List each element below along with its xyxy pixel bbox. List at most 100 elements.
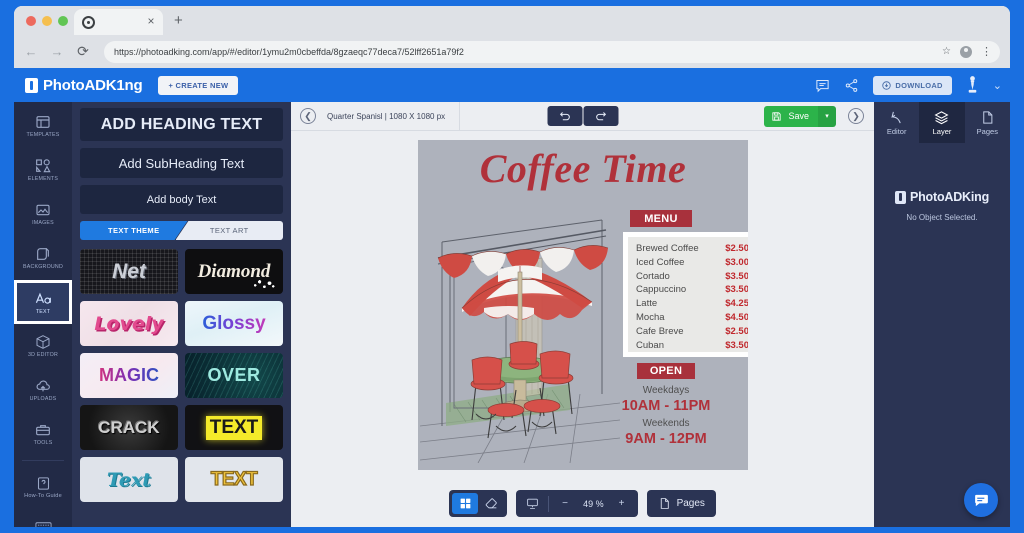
- sidebar-item-how-to-guide[interactable]: How-To Guide: [14, 465, 72, 509]
- sidebar-item-tools[interactable]: TOOLS: [14, 412, 72, 456]
- new-tab-button[interactable]: +: [174, 13, 183, 28]
- text-icon: [35, 292, 51, 304]
- theme-label: TEXT: [210, 468, 258, 490]
- chevron-right-circle-icon[interactable]: ❯: [848, 108, 864, 124]
- redo-button[interactable]: [583, 106, 618, 126]
- add-heading-text-button[interactable]: ADD HEADING TEXT: [80, 108, 283, 141]
- fit-to-screen-button[interactable]: [519, 493, 545, 514]
- toolbar-divider: [548, 495, 550, 512]
- app-logo[interactable]: PhotoADK1ng: [25, 77, 143, 94]
- url-text: https://photoadking.com/app/#/editor/1ym…: [114, 46, 464, 57]
- save-button[interactable]: Save: [764, 105, 818, 127]
- text-theme-card[interactable]: CRACK: [80, 405, 178, 450]
- text-theme-card[interactable]: TEXT: [185, 457, 283, 502]
- eraser-button[interactable]: [478, 493, 504, 514]
- comment-icon[interactable]: [815, 78, 830, 93]
- sidebar-item-templates[interactable]: TEMPLATES: [14, 104, 72, 148]
- save-dropdown-caret[interactable]: ▾: [818, 105, 836, 127]
- weekdays-hours[interactable]: 10AM - 11PM: [606, 398, 726, 414]
- view-tools-group: [449, 490, 508, 517]
- browser-tab[interactable]: ×: [74, 9, 163, 35]
- menu-badge[interactable]: MENU: [630, 210, 692, 227]
- share-icon[interactable]: [844, 78, 859, 93]
- sidebar-item-images[interactable]: IMAGES: [14, 192, 72, 236]
- weekdays-label[interactable]: Weekdays: [606, 385, 726, 396]
- chat-support-button[interactable]: [964, 483, 998, 517]
- menu-row: Latte $4.25: [636, 297, 748, 311]
- forward-icon[interactable]: →: [50, 44, 64, 59]
- zoom-in-button[interactable]: +: [609, 493, 635, 514]
- download-button[interactable]: DOWNLOAD: [873, 75, 952, 95]
- sidebar-label: 3D EDITOR: [28, 352, 58, 358]
- undo-button[interactable]: [547, 106, 582, 126]
- zoom-level-label[interactable]: 49 %: [578, 493, 609, 514]
- page-icon: [660, 498, 669, 509]
- sidebar-item-uploads[interactable]: UPLOADS: [14, 368, 72, 412]
- poster-title[interactable]: Coffee Time: [418, 145, 748, 192]
- maximize-window-button[interactable]: [58, 16, 68, 26]
- add-subheading-text-button[interactable]: Add SubHeading Text: [80, 148, 283, 178]
- sidebar-label: TEMPLATES: [26, 132, 60, 138]
- tab-label: Pages: [976, 126, 998, 136]
- tab-layer[interactable]: Layer: [919, 102, 965, 143]
- profile-avatar-icon[interactable]: [960, 45, 972, 58]
- tab-text-theme[interactable]: TEXT THEME: [80, 221, 188, 240]
- canvas-toolbar: ❮ Quarter Spanisl | 1080 X 1080 px Save …: [291, 101, 874, 131]
- text-theme-card[interactable]: Diamond: [185, 249, 283, 294]
- create-new-button[interactable]: + CREATE NEW: [158, 75, 239, 95]
- menu-item-price: $4.25: [725, 298, 748, 310]
- sidebar-item-3d-editor[interactable]: 3D EDITOR: [14, 324, 72, 368]
- empty-state-message: No Object Selected.: [906, 213, 978, 222]
- sidebar-item-elements[interactable]: ELEMENTS: [14, 148, 72, 192]
- text-theme-card[interactable]: MAGIC: [80, 353, 178, 398]
- images-icon: [36, 204, 50, 216]
- sidebar-item-background[interactable]: BACKGROUND: [14, 236, 72, 280]
- chess-pawn-avatar-icon[interactable]: [966, 75, 979, 95]
- back-icon[interactable]: ←: [24, 44, 38, 59]
- right-panel: Editor Layer Pages PhotoADKing No Object…: [874, 102, 1010, 527]
- sidebar-label: BACKGROUND: [23, 264, 63, 270]
- text-theme-grid: Net Diamond Lovely Glossy MAGIC OVER CRA…: [80, 249, 283, 502]
- browser-menu-icon[interactable]: ⋮: [981, 46, 992, 57]
- add-body-text-button[interactable]: Add body Text: [80, 185, 283, 214]
- reload-icon[interactable]: ⟳: [76, 43, 90, 60]
- menu-row: Iced Coffee $3.00: [636, 256, 748, 270]
- upload-cloud-icon: [36, 380, 50, 392]
- text-theme-card[interactable]: Glossy: [185, 301, 283, 346]
- text-theme-card[interactable]: Text: [80, 457, 178, 502]
- url-input[interactable]: https://photoadking.com/app/#/editor/1ym…: [104, 40, 1000, 63]
- cafe-illustration[interactable]: [420, 198, 620, 463]
- menu-card[interactable]: Brewed Coffee $2.50 Iced Coffee $3.00 Co…: [623, 232, 748, 357]
- grid-view-button[interactable]: [452, 493, 479, 514]
- weekends-label[interactable]: Weekends: [606, 418, 726, 429]
- open-badge[interactable]: OPEN: [637, 363, 695, 379]
- chevron-left-circle-icon[interactable]: ❮: [300, 108, 316, 124]
- close-window-button[interactable]: [26, 16, 36, 26]
- text-theme-card[interactable]: TEXT: [185, 405, 283, 450]
- pages-button[interactable]: Pages: [646, 490, 716, 517]
- cube-3d-icon: [36, 335, 50, 349]
- text-theme-card[interactable]: OVER: [185, 353, 283, 398]
- minimize-window-button[interactable]: [42, 16, 52, 26]
- canvas-bottom-toolbar: − 49 % + Pages: [291, 490, 874, 517]
- menu-row: Cafe Breve $2.50: [636, 325, 748, 339]
- chevron-down-icon[interactable]: ⌄: [993, 79, 1002, 92]
- menu-item-price: $2.50: [725, 325, 748, 337]
- tab-text-art[interactable]: TEXT ART: [175, 221, 283, 240]
- weekends-hours[interactable]: 9AM - 12PM: [606, 431, 726, 447]
- text-theme-card[interactable]: Net: [80, 249, 178, 294]
- toolbox-icon: [36, 425, 50, 436]
- zoom-out-button[interactable]: −: [552, 493, 578, 514]
- tab-editor[interactable]: Editor: [874, 102, 919, 143]
- layers-icon: [934, 110, 949, 124]
- tab-pages[interactable]: Pages: [965, 102, 1010, 143]
- chat-bubble-icon: [974, 494, 988, 506]
- sidebar-item-shortcut-keys[interactable]: Shortcut Keys: [14, 509, 72, 527]
- text-theme-card[interactable]: Lovely: [80, 301, 178, 346]
- elements-icon: [36, 159, 51, 173]
- sidebar-item-text[interactable]: TEXT: [14, 280, 72, 324]
- theme-label: Glossy: [202, 312, 266, 334]
- design-canvas[interactable]: Coffee Time MENU Brewed Coffee $2.50 Ice…: [418, 140, 748, 470]
- close-icon[interactable]: ×: [145, 15, 157, 28]
- bookmark-star-icon[interactable]: ☆: [942, 46, 951, 57]
